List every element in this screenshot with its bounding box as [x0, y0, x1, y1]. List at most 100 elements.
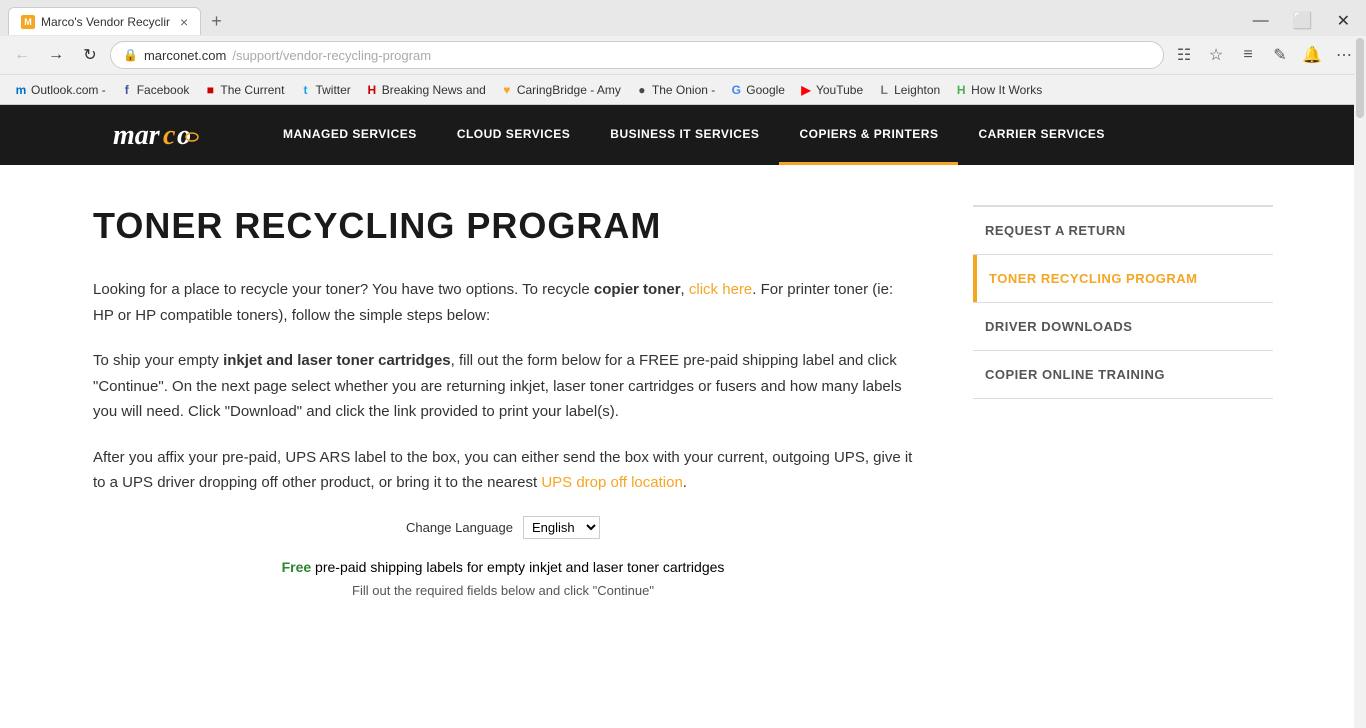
- address-bar[interactable]: 🔒 marconet.com/support/vendor-recycling-…: [110, 41, 1164, 69]
- nav-item-carrier[interactable]: CARRIER SERVICES: [958, 105, 1124, 165]
- notifications-button[interactable]: 🔔: [1298, 41, 1326, 69]
- bookmark-label-google: Google: [746, 83, 785, 97]
- address-url-path: /support/vendor-recycling-program: [232, 48, 431, 63]
- paragraph-3: After you affix your pre-paid, UPS ARS l…: [93, 445, 913, 496]
- bookmark-label-how-it-works: How It Works: [971, 83, 1042, 97]
- nav-item-copiers[interactable]: COPIERS & PRINTERS: [779, 105, 958, 165]
- copier-toner-text: copier toner: [594, 281, 681, 298]
- nav-menu: MANAGED SERVICESCLOUD SERVICESBUSINESS I…: [263, 105, 1125, 165]
- click-here-link[interactable]: click here: [689, 281, 752, 298]
- paragraph-2: To ship your empty inkjet and laser tone…: [93, 348, 913, 425]
- close-button[interactable]: ✕: [1329, 9, 1358, 33]
- scrollbar[interactable]: [1354, 36, 1366, 728]
- sidebar-link-copier-training[interactable]: COPIER ONLINE TRAINING: [973, 351, 1273, 398]
- fill-note: Fill out the required fields below and c…: [93, 583, 913, 598]
- bookmark-favicon-twitter: t: [298, 83, 312, 97]
- tab-bar: M Marco's Vendor Recyclir × + — ⬜ ✕: [0, 0, 1366, 36]
- tab-favicon: M: [21, 15, 35, 29]
- toolbar-icons: ☷ ☆ ≡ ✎ 🔔 ⋯: [1170, 41, 1358, 69]
- bookmark-the-onion[interactable]: ●The Onion -: [629, 78, 721, 102]
- bookmark-breaking-news[interactable]: HBreaking News and: [359, 78, 492, 102]
- favorites-button[interactable]: ☆: [1202, 41, 1230, 69]
- change-language-row: Change Language English Spanish French: [93, 516, 913, 539]
- menu-button[interactable]: ≡: [1234, 41, 1262, 69]
- svg-text:mar: mar: [113, 120, 161, 151]
- page-title: TONER RECYCLING PROGRAM: [93, 205, 913, 247]
- bookmark-leighton[interactable]: LLeighton: [871, 78, 946, 102]
- bookmark-how-it-works[interactable]: HHow It Works: [948, 78, 1048, 102]
- scrollbar-thumb[interactable]: [1356, 38, 1364, 118]
- bookmark-label-the-current: The Current: [220, 83, 284, 97]
- sidebar-menu: REQUEST A RETURNTONER RECYCLING PROGRAMD…: [973, 205, 1273, 399]
- bookmark-favicon-breaking-news: H: [365, 83, 379, 97]
- new-tab-button[interactable]: +: [205, 11, 228, 32]
- bookmark-favicon-how-it-works: H: [954, 83, 968, 97]
- bookmark-favicon-google: G: [729, 83, 743, 97]
- sidebar-item-driver-downloads: DRIVER DOWNLOADS: [973, 303, 1273, 351]
- paragraph-1-pre: Looking for a place to recycle your tone…: [93, 281, 594, 298]
- paragraph-3-end: .: [683, 474, 687, 491]
- bookmark-favicon-leighton: L: [877, 83, 891, 97]
- sidebar-link-request-return[interactable]: REQUEST A RETURN: [973, 207, 1273, 254]
- sidebar: REQUEST A RETURNTONER RECYCLING PROGRAMD…: [953, 165, 1273, 638]
- bookmark-twitter[interactable]: tTwitter: [292, 78, 356, 102]
- address-url-prefix: marconet.com: [144, 48, 226, 63]
- free-shipping-section: Free pre-paid shipping labels for empty …: [93, 559, 913, 598]
- sidebar-item-request-return: REQUEST A RETURN: [973, 207, 1273, 255]
- nav-item-managed[interactable]: MANAGED SERVICES: [263, 105, 437, 165]
- refresh-button[interactable]: ↻: [76, 41, 104, 69]
- main-content: TONER RECYCLING PROGRAM Looking for a pl…: [93, 165, 953, 638]
- ups-drop-off-link[interactable]: UPS drop off location: [541, 474, 682, 491]
- bookmark-label-outlook: Outlook.com -: [31, 83, 106, 97]
- inkjet-laser-bold: inkjet and laser toner cartridges: [223, 352, 451, 369]
- bookmark-outlook[interactable]: mOutlook.com -: [8, 78, 112, 102]
- bookmark-label-facebook: Facebook: [137, 83, 190, 97]
- bookmark-youtube[interactable]: ▶YouTube: [793, 78, 869, 102]
- sidebar-link-toner-recycling[interactable]: TONER RECYCLING PROGRAM: [973, 255, 1273, 302]
- bookmark-facebook[interactable]: fFacebook: [114, 78, 196, 102]
- address-bar-row: ← → ↻ 🔒 marconet.com/support/vendor-recy…: [0, 36, 1366, 74]
- bookmark-label-youtube: YouTube: [816, 83, 863, 97]
- bookmark-the-current[interactable]: ■The Current: [197, 78, 290, 102]
- bookmark-favicon-outlook: m: [14, 83, 28, 97]
- svg-text:M: M: [24, 17, 32, 27]
- language-select[interactable]: English Spanish French: [523, 516, 600, 539]
- minimize-button[interactable]: —: [1245, 10, 1277, 32]
- bookmark-favicon-youtube: ▶: [799, 83, 813, 97]
- edit-button[interactable]: ✎: [1266, 41, 1294, 69]
- paragraph-3-pre: After you affix your pre-paid, UPS ARS l…: [93, 449, 912, 492]
- sidebar-item-toner-recycling: TONER RECYCLING PROGRAM: [973, 255, 1273, 303]
- reader-view-button[interactable]: ☷: [1170, 41, 1198, 69]
- site-nav: mar c o MANAGED SERVICESCLOUD SERVICESBU…: [83, 105, 1283, 165]
- bookmark-google[interactable]: GGoogle: [723, 78, 791, 102]
- tab-title: Marco's Vendor Recyclir: [41, 15, 170, 29]
- bookmark-favicon-the-current: ■: [203, 83, 217, 97]
- bookmark-favicon-the-onion: ●: [635, 83, 649, 97]
- tab-close-button[interactable]: ×: [180, 14, 188, 30]
- change-language-label: Change Language: [406, 520, 513, 535]
- bookmark-label-the-onion: The Onion -: [652, 83, 715, 97]
- forward-button[interactable]: →: [42, 41, 70, 69]
- bookmark-label-caringbridge: CaringBridge - Amy: [517, 83, 621, 97]
- nav-item-cloud[interactable]: CLOUD SERVICES: [437, 105, 590, 165]
- nav-item-business-it[interactable]: BUSINESS IT SERVICES: [590, 105, 779, 165]
- sidebar-item-copier-training: COPIER ONLINE TRAINING: [973, 351, 1273, 399]
- site-header: mar c o MANAGED SERVICESCLOUD SERVICESBU…: [0, 105, 1366, 165]
- bookmark-favicon-facebook: f: [120, 83, 134, 97]
- bookmark-caringbridge[interactable]: ♥CaringBridge - Amy: [494, 78, 627, 102]
- bookmark-label-twitter: Twitter: [315, 83, 350, 97]
- browser-chrome: M Marco's Vendor Recyclir × + — ⬜ ✕ ← → …: [0, 0, 1366, 105]
- free-desc: pre-paid shipping labels for empty inkje…: [311, 559, 724, 575]
- sidebar-link-driver-downloads[interactable]: DRIVER DOWNLOADS: [973, 303, 1273, 350]
- svg-text:o: o: [177, 120, 191, 151]
- bookmark-label-leighton: Leighton: [894, 83, 940, 97]
- lock-icon: 🔒: [123, 48, 138, 62]
- active-tab[interactable]: M Marco's Vendor Recyclir ×: [8, 7, 201, 35]
- back-button[interactable]: ←: [8, 41, 36, 69]
- bookmark-label-breaking-news: Breaking News and: [382, 83, 486, 97]
- bookmarks-bar: mOutlook.com -fFacebook■The CurrenttTwit…: [0, 74, 1366, 104]
- bookmark-favicon-caringbridge: ♥: [500, 83, 514, 97]
- site-logo: mar c o: [103, 112, 223, 159]
- maximize-button[interactable]: ⬜: [1285, 9, 1321, 33]
- free-shipping-line: Free pre-paid shipping labels for empty …: [93, 559, 913, 575]
